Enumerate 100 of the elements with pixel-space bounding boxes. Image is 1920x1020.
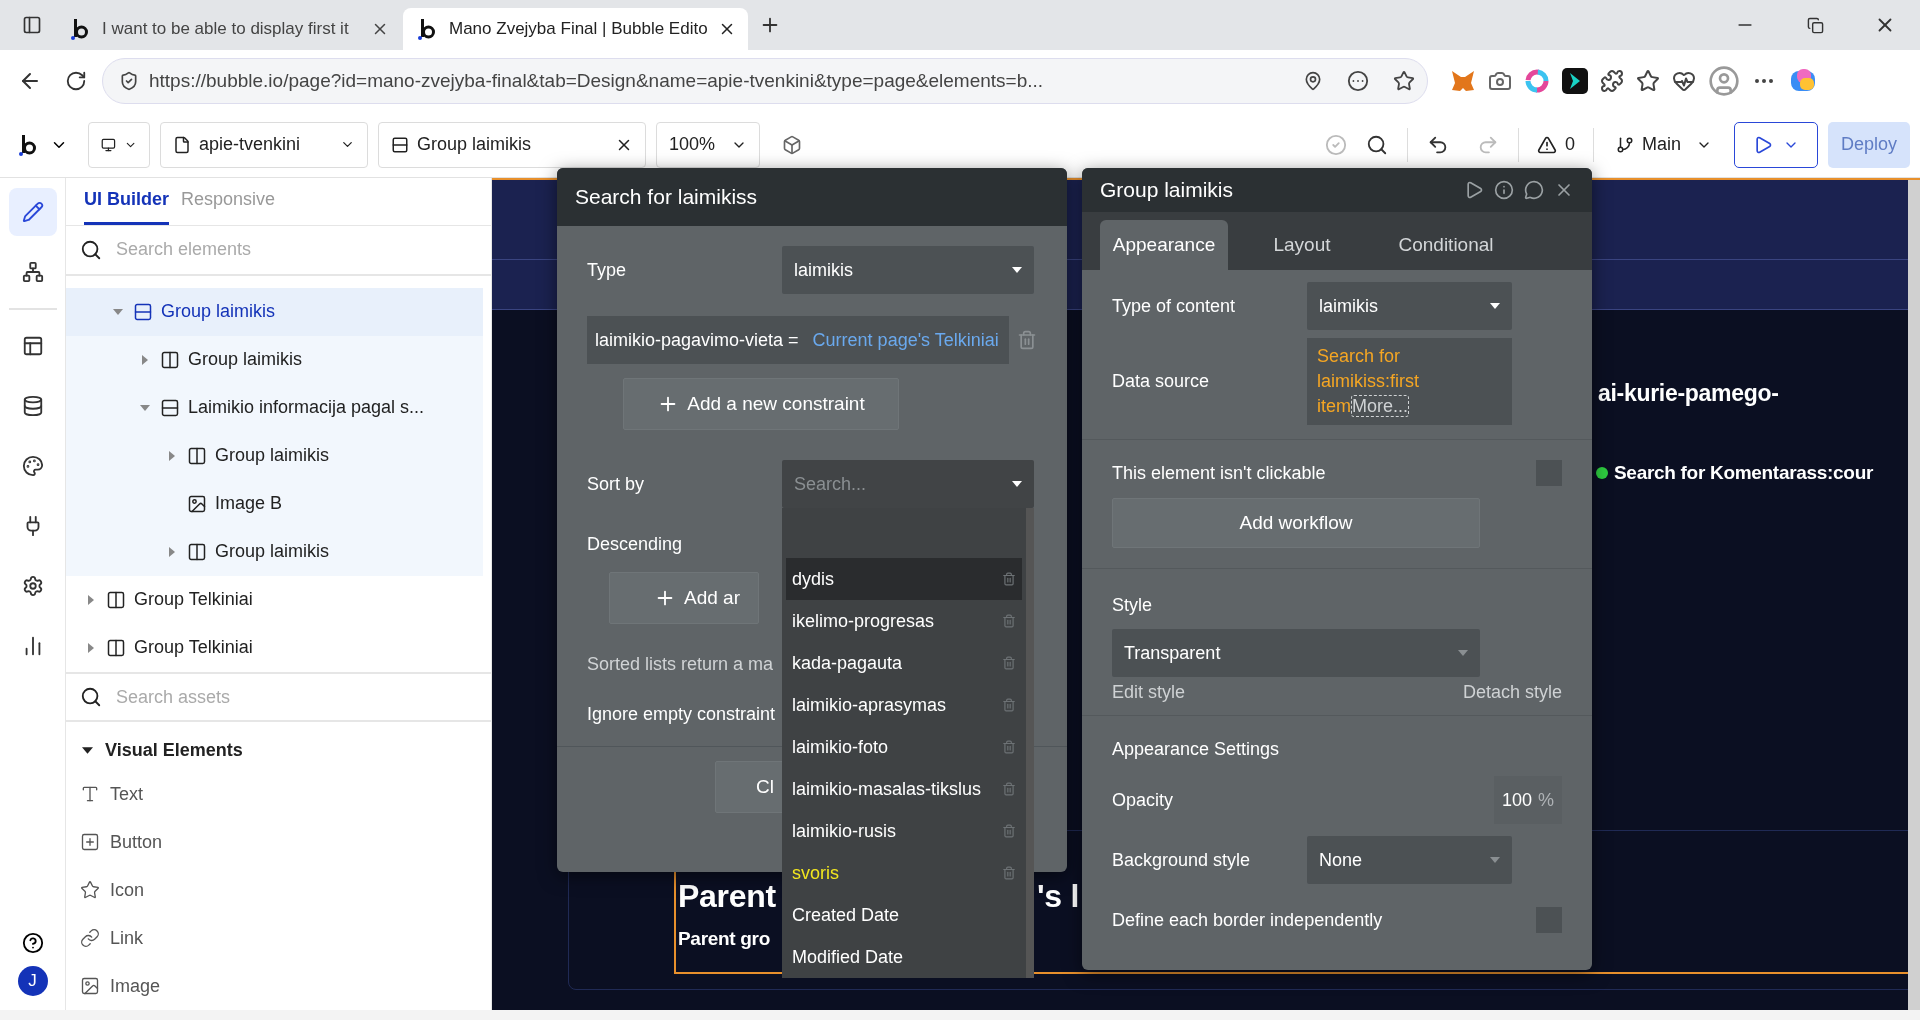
info-icon[interactable] — [1494, 180, 1514, 200]
panel-tab[interactable]: UI Builder — [84, 178, 169, 225]
browser-tab[interactable]: I want to be able to display first it — [56, 8, 401, 50]
arrow-extension-icon[interactable] — [1562, 68, 1588, 94]
dropdown-option[interactable]: svoris — [786, 852, 1022, 894]
element-dropdown[interactable]: Group laimikis — [378, 121, 646, 168]
style-select[interactable]: Transparent — [1112, 629, 1480, 677]
check-icon[interactable] — [1325, 133, 1347, 156]
search-icon[interactable] — [1366, 133, 1388, 156]
tree-item[interactable]: Group laimikis — [66, 335, 483, 384]
panel-tab[interactable]: Layout — [1238, 220, 1366, 270]
dropdown-option[interactable]: dydis — [786, 558, 1022, 600]
panel-tab[interactable]: Appearance — [1100, 220, 1228, 270]
add-constraint-button[interactable]: Add a new constraint — [623, 378, 899, 430]
restore-icon[interactable] — [1806, 16, 1824, 34]
dropdown-option[interactable]: laimikio-aprasymas — [786, 684, 1022, 726]
sidebar-toggle-icon[interactable] — [22, 15, 42, 35]
heart-pulse-icon[interactable] — [1672, 69, 1696, 93]
add-workflow-button[interactable]: Add workflow — [1112, 498, 1480, 548]
category-header[interactable]: Visual Elements — [66, 730, 259, 770]
element-item[interactable]: Image — [66, 962, 175, 1010]
browser-tab[interactable]: Mano Zvejyba Final | Bubble Edito — [403, 8, 748, 50]
element-item[interactable]: Icon — [66, 866, 159, 914]
constraint-row[interactable]: laimikio-pagavimo-vieta = Current page's Telkiniai — [587, 316, 1009, 364]
detach-style-link[interactable]: Detach style — [1462, 681, 1562, 703]
cube-icon[interactable] — [782, 134, 802, 155]
preview-button[interactable] — [1734, 121, 1818, 168]
tree-item[interactable]: Image B — [66, 479, 483, 528]
tree-item[interactable]: Group Telkiniai — [66, 623, 483, 672]
section-label: Appearance Settings — [1112, 738, 1280, 760]
camera-icon[interactable] — [1488, 69, 1512, 93]
help-icon[interactable] — [21, 932, 44, 954]
element-item[interactable]: Link — [66, 914, 158, 962]
reload-icon[interactable] — [65, 70, 87, 92]
search-field[interactable]: Search elements — [114, 238, 477, 262]
profile-icon[interactable] — [1708, 65, 1740, 97]
tree-item[interactable]: Laimikio informacija pagal s... — [66, 383, 483, 432]
warning-icon — [1537, 134, 1557, 155]
search-field[interactable]: Search assets — [114, 685, 477, 709]
canvas-text: Parent — [678, 878, 776, 915]
field-label: Opacity — [1112, 789, 1175, 811]
element-item[interactable]: Text — [66, 770, 157, 818]
trash-icon[interactable] — [1002, 572, 1016, 586]
dropdown-option[interactable]: ikelimo-progresas — [786, 600, 1022, 642]
canvas-text: Parent gro — [678, 928, 771, 950]
element-item[interactable]: Button — [66, 818, 177, 866]
fox-extension-icon[interactable] — [1450, 68, 1476, 94]
zoom-dropdown[interactable]: 100% — [656, 121, 760, 168]
play-icon — [1753, 134, 1773, 155]
section-label: Style — [1112, 594, 1153, 616]
tree-item[interactable]: Group Telkiniai — [66, 575, 483, 624]
caret-icon — [140, 402, 150, 413]
tree-item[interactable]: Group laimikis — [66, 431, 483, 480]
search-icon — [80, 686, 102, 709]
more-link[interactable]: More... — [1351, 395, 1410, 417]
opacity-field[interactable]: 100 % — [1494, 776, 1562, 824]
ring-extension-icon[interactable] — [1524, 68, 1550, 94]
caret-icon — [86, 642, 96, 653]
dropdown-option[interactable]: Created Date — [786, 894, 1022, 936]
address-bar[interactable]: https://bubble.io/page?id=mano-zvejyba-final&tab=Design&name=apie-tvenkini&type=page&elements=b... — [102, 58, 1428, 104]
caret-icon — [113, 306, 123, 317]
field-label: This element isn't clickable — [1112, 462, 1327, 484]
sidebar-tab[interactable] — [8, 188, 57, 236]
comment-icon[interactable] — [1524, 180, 1544, 200]
device-dropdown[interactable] — [88, 121, 150, 168]
file-icon — [173, 135, 191, 154]
favorites-icon[interactable] — [1636, 69, 1660, 93]
extensions-icon[interactable] — [1600, 69, 1624, 93]
issues-button[interactable]: 0 — [1529, 134, 1583, 155]
field-label: Sort by — [587, 473, 646, 495]
type-select[interactable]: laimikis — [782, 246, 1034, 294]
database-icon — [21, 395, 44, 417]
panel-tab[interactable]: Conditional — [1376, 220, 1516, 270]
background-select[interactable]: None — [1307, 836, 1512, 884]
edit-style-link[interactable]: Edit style — [1112, 681, 1186, 703]
image-icon — [80, 976, 100, 996]
dropdown-option[interactable]: laimikio-rusis — [786, 810, 1022, 852]
field-label: Ignore empty constraint — [587, 703, 777, 725]
tree-item[interactable]: Group laimikis — [66, 527, 483, 576]
scrollbar[interactable] — [1908, 180, 1920, 1010]
data-source-field[interactable]: Search for laimikiss:first itemMore... — [1307, 338, 1512, 425]
dropdown-option[interactable]: kada-pagauta — [786, 642, 1022, 684]
caret-icon[interactable] — [82, 744, 93, 756]
star-icon — [80, 880, 100, 900]
user-avatar[interactable]: J — [17, 966, 48, 996]
content-type-select[interactable]: laimikis — [1307, 282, 1512, 330]
link-icon — [80, 928, 100, 948]
more-icon[interactable] — [1347, 70, 1369, 92]
add-sort-button[interactable]: Add ar — [609, 572, 759, 624]
tree-item[interactable]: Group laimikis — [66, 287, 483, 336]
page-dropdown[interactable]: apie-tvenkini — [160, 121, 368, 168]
dropdown-option[interactable]: Modified Date — [786, 936, 1022, 978]
columns-icon — [187, 445, 207, 466]
image-icon — [187, 493, 207, 514]
play-icon[interactable] — [1464, 180, 1484, 200]
palette-icon — [21, 455, 44, 477]
caret-icon — [167, 450, 177, 461]
favorite-star-icon[interactable] — [1393, 70, 1415, 92]
site-info-icon[interactable] — [119, 71, 139, 91]
location-icon[interactable] — [1303, 71, 1323, 91]
